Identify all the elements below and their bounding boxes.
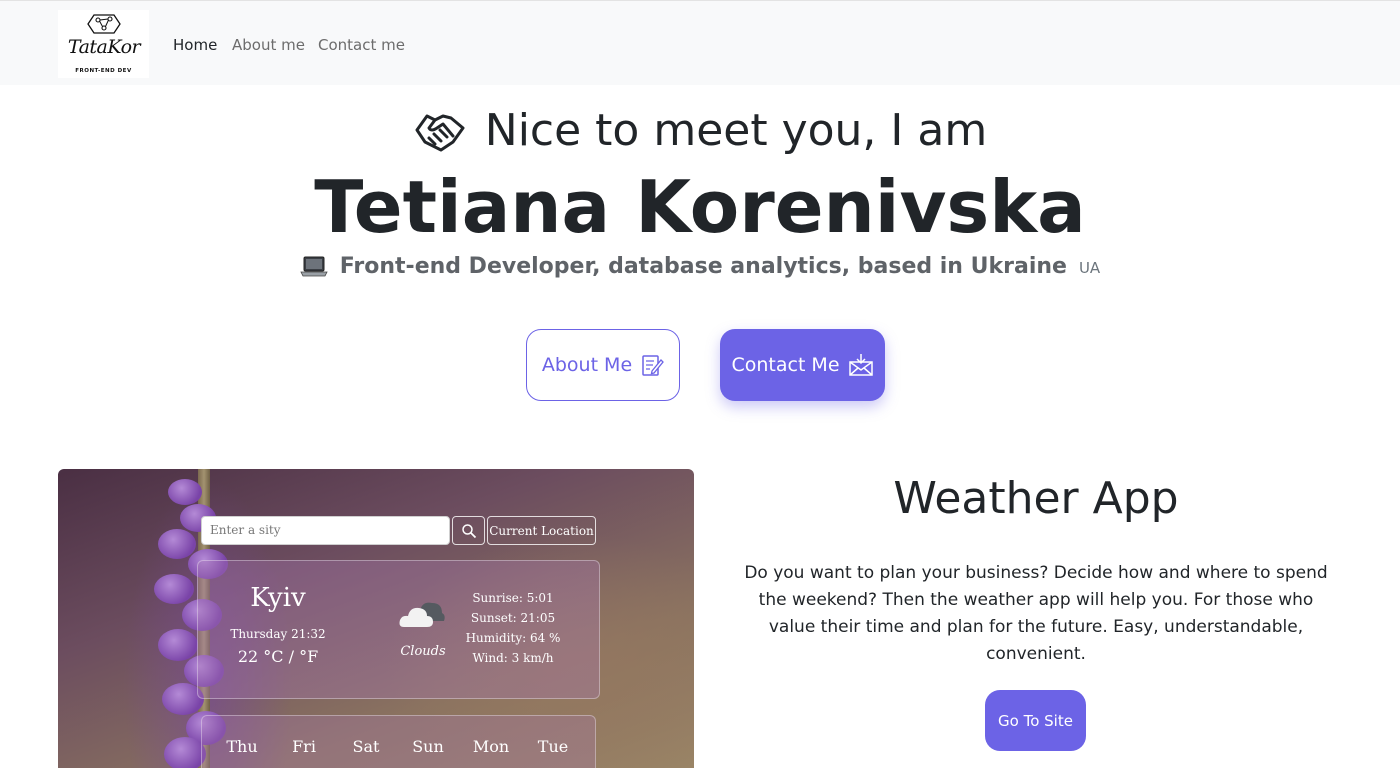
hero-name: Tetiana Korenivska [314,165,1086,249]
current-weather-card: Kyiv Thursday 21:32 22 °C / °F Clouds Su… [197,560,600,699]
nav-link-contact[interactable]: Contact me [318,35,405,55]
weather-temperature: 22 °C / °F [237,647,319,666]
forecast-day: Thu [226,737,258,756]
project-description: Do you want to plan your business? Decid… [744,563,1328,664]
contact-me-button-label: Contact Me [731,354,840,376]
role-row: Front-end Developer, database analytics,… [0,250,1400,282]
nav-link-about[interactable]: About me [232,35,305,55]
memo-icon [642,355,665,376]
about-me-button-label: About Me [541,354,633,376]
forecast-day: Sun [412,737,444,756]
navbar: TataKor FRONT-END DEV Home About me Cont… [0,0,1400,85]
sunrise-text: Sunrise: 5:01 [472,591,554,605]
lavender-flower [164,737,206,768]
lavender-flower [158,629,198,661]
greeting-text: Nice to meet you, I am [484,105,988,156]
weather-date: Thursday 21:32 [230,627,326,641]
about-me-button[interactable]: About Me [526,329,680,401]
forecast-day: Tue [537,737,569,756]
city-name: Kyiv [250,583,306,613]
lavender-flower [168,479,202,505]
weather-details: Sunrise: 5:01 Sunset: 21:05 Humidity: 64… [453,588,573,668]
go-to-site-button[interactable]: Go To Site [985,690,1086,751]
wind-text: Wind: 3 km/h [472,651,554,665]
handshake-icon [415,114,465,152]
search-icon [461,523,476,538]
weather-app-preview: Enter a sity Current Location Kyiv Thurs… [58,469,694,768]
country-flag-text: UA [1078,259,1101,277]
sunset-text: Sunset: 21:05 [470,611,556,625]
humidity-text: Humidity: 64 % [465,631,561,645]
nav-link-home[interactable]: Home [173,35,217,55]
city-search-input[interactable]: Enter a sity [201,516,450,545]
project-title: Weather App [893,473,1179,524]
forecast-day: Sat [352,737,380,756]
forecast-card: Thu Fri Sat Sun Mon Tue [201,715,596,768]
envelope-icon [848,354,873,376]
current-location-button[interactable]: Current Location [487,516,596,545]
greeting-row: Nice to meet you, I am [0,104,1400,158]
lavender-flower [158,529,196,559]
logo-script-text: TataKor [67,36,141,58]
cloud-icon [399,602,445,627]
logo-subtitle: FRONT-END DEV [75,68,132,74]
contact-me-button[interactable]: Contact Me [720,329,885,401]
role-text: Front-end Developer, database analytics,… [339,253,1067,279]
forecast-day: Fri [292,737,316,756]
forecast-day: Mon [472,737,510,756]
brand-logo[interactable]: TataKor FRONT-END DEV [58,10,149,78]
lavender-flower [154,574,194,604]
laptop-icon [300,256,328,277]
search-button[interactable] [452,516,485,545]
weather-description: Clouds [400,644,446,659]
